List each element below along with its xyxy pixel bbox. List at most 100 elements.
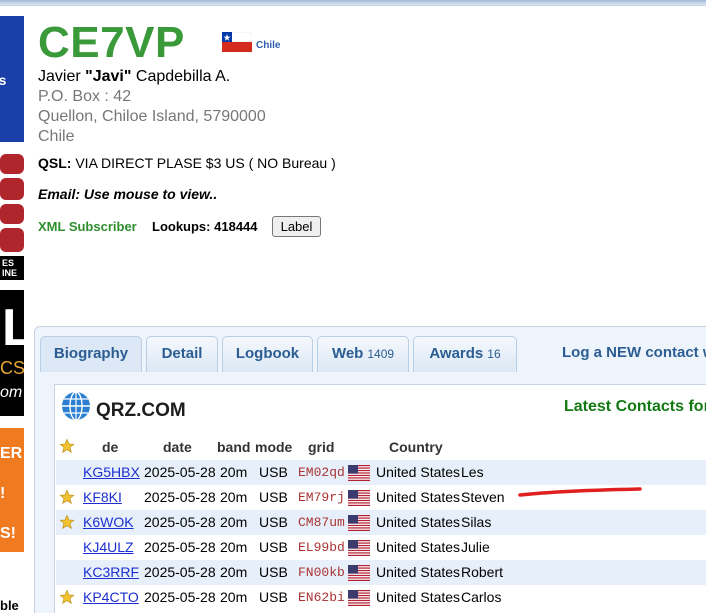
star-icon[interactable] [59, 589, 75, 605]
first-name: Javier [38, 68, 81, 85]
callsign-link[interactable]: KP4CTO [83, 589, 139, 605]
tab-label: Awards [429, 345, 484, 362]
ad-banner-4-text: ER ! S! [0, 445, 23, 542]
address-line-2: Quellon, Chiloe Island, 5790000 [38, 108, 266, 125]
date-cell: 2025-05-28 [144, 539, 216, 555]
mode-cell: USB [259, 514, 288, 530]
column-header-mode[interactable]: mode [255, 439, 292, 455]
mode-cell: USB [259, 489, 288, 505]
address-line-1: P.O. Box : 42 [38, 88, 132, 105]
mode-cell: USB [259, 464, 288, 480]
table-row: K6WOK 2025-05-28 20m USB CM87um United States… [56, 510, 706, 535]
star-icon[interactable] [59, 514, 75, 530]
band-cell: 20m [220, 464, 248, 480]
tab-logbook[interactable]: Logbook [222, 336, 313, 372]
ad-graphic [0, 178, 24, 200]
callsign-link[interactable]: KC3RRF [83, 564, 139, 580]
us-flag-icon [348, 540, 370, 556]
ad-banner-1[interactable]: ts [0, 16, 24, 142]
table-row: KP4CTO 2025-05-28 20m USB EN62bi United State… [56, 585, 706, 610]
band-cell: 20m [220, 564, 248, 580]
ad-banner-5[interactable]: ble [0, 598, 24, 613]
tab-count: 16 [487, 347, 501, 361]
ad-graphic [0, 204, 24, 224]
tab-label: Logbook [235, 345, 300, 362]
tab-label: Web [331, 345, 364, 362]
tab-count: 1409 [367, 347, 395, 361]
ad-banner-3-small: om [0, 384, 23, 401]
ad-graphic [0, 228, 24, 252]
country-cell: United States [376, 589, 461, 605]
address-line-3: Chile [38, 128, 75, 145]
ad-banner-3-mid: CS [0, 358, 24, 378]
tab-biography[interactable]: Biography [40, 336, 142, 372]
callsign-link[interactable]: KJ4ULZ [83, 539, 134, 555]
ad-banner-2[interactable]: ES INE [0, 152, 24, 280]
date-cell: 2025-05-28 [144, 489, 216, 505]
tab-awards[interactable]: Awards 16 [413, 336, 517, 372]
log-new-contact-link[interactable]: Log a NEW contact w [562, 344, 706, 361]
us-flag-icon [348, 590, 370, 606]
qsl-info: QSL: VIA DIRECT PLASE $3 US ( NO Bureau … [38, 155, 336, 171]
qrz-logo: QRZ.COM [96, 400, 186, 421]
ad-banner-2-text: ES INE [2, 258, 18, 278]
column-header-band[interactable]: band [217, 439, 250, 455]
table-row: KC3RRF 2025-05-28 20m USB FN00kb United State… [56, 560, 706, 585]
column-header-grid[interactable]: grid [308, 439, 334, 455]
mode-cell: USB [259, 539, 288, 555]
operator-name: Javier "Javi" Capdebilla A. [38, 68, 230, 86]
us-flag-icon [348, 515, 370, 531]
callsign-link[interactable]: KG5HBX [83, 464, 140, 480]
lookups-count: Lookups: 418444 [152, 219, 258, 234]
operator-name-cell: Steven [461, 489, 505, 505]
nickname: "Javi" [85, 68, 132, 85]
grid-cell: CM87um [298, 515, 345, 530]
ad-banner-3[interactable]: L CS om [0, 290, 24, 416]
ad-banner-1-text: ts [0, 72, 7, 88]
grid-cell: EM79rj [298, 490, 345, 505]
column-header-country[interactable]: Country [389, 439, 443, 455]
ad-banner-4[interactable]: ER ! S! [0, 428, 24, 552]
operator-name-cell: Robert [461, 564, 504, 580]
table-row: KG5HBX 2025-05-28 20m USB EM02qd United State… [56, 460, 706, 485]
us-flag-icon [348, 565, 370, 581]
country-cell: United States [376, 564, 461, 580]
column-header-de[interactable]: de [102, 439, 118, 455]
tab-detail[interactable]: Detail [146, 336, 218, 372]
callsign-link[interactable]: KF8KI [83, 489, 122, 505]
column-header-date[interactable]: date [163, 439, 192, 455]
country-link[interactable]: Chile [256, 40, 280, 51]
callsign-heading: CE7VP [38, 18, 185, 67]
email-hidden-text[interactable]: Email: Use mouse to view.. [38, 186, 217, 202]
lookups-value: 418444 [214, 219, 258, 234]
tab-label: Biography [53, 345, 129, 362]
ad-banner-2-footer: ES INE [0, 256, 24, 280]
grid-cell: FN00kb [298, 565, 345, 580]
qsl-text: VIA DIRECT PLASE $3 US ( NO Bureau ) [75, 155, 336, 171]
tab-web[interactable]: Web 1409 [317, 336, 409, 372]
ad-graphic [0, 154, 24, 174]
lookups-label: Lookups: [152, 219, 211, 234]
date-cell: 2025-05-28 [144, 564, 216, 580]
label-button[interactable]: Label [272, 216, 321, 237]
mode-cell: USB [259, 564, 288, 580]
band-cell: 20m [220, 589, 248, 605]
qsl-label: QSL: [38, 155, 72, 171]
latest-contacts-title: Latest Contacts for [564, 398, 706, 415]
country-cell: United States [376, 514, 461, 530]
callsign-link[interactable]: K6WOK [83, 514, 134, 530]
country-cell: United States [376, 539, 461, 555]
grid-cell: EL99bd [298, 540, 345, 555]
tab-label: Detail [161, 345, 203, 362]
us-flag-icon [348, 465, 370, 481]
band-cell: 20m [220, 489, 248, 505]
operator-name-cell: Les [461, 464, 484, 480]
grid-cell: EN62bi [298, 590, 345, 605]
red-annotation-stroke [518, 487, 642, 497]
country-cell: United States [376, 489, 461, 505]
operator-name-cell: Silas [461, 514, 492, 530]
star-icon [59, 438, 75, 454]
ad-banner-5-text: ble [0, 598, 19, 613]
xml-subscriber-badge: XML Subscriber [38, 219, 137, 234]
star-icon[interactable] [59, 489, 75, 505]
